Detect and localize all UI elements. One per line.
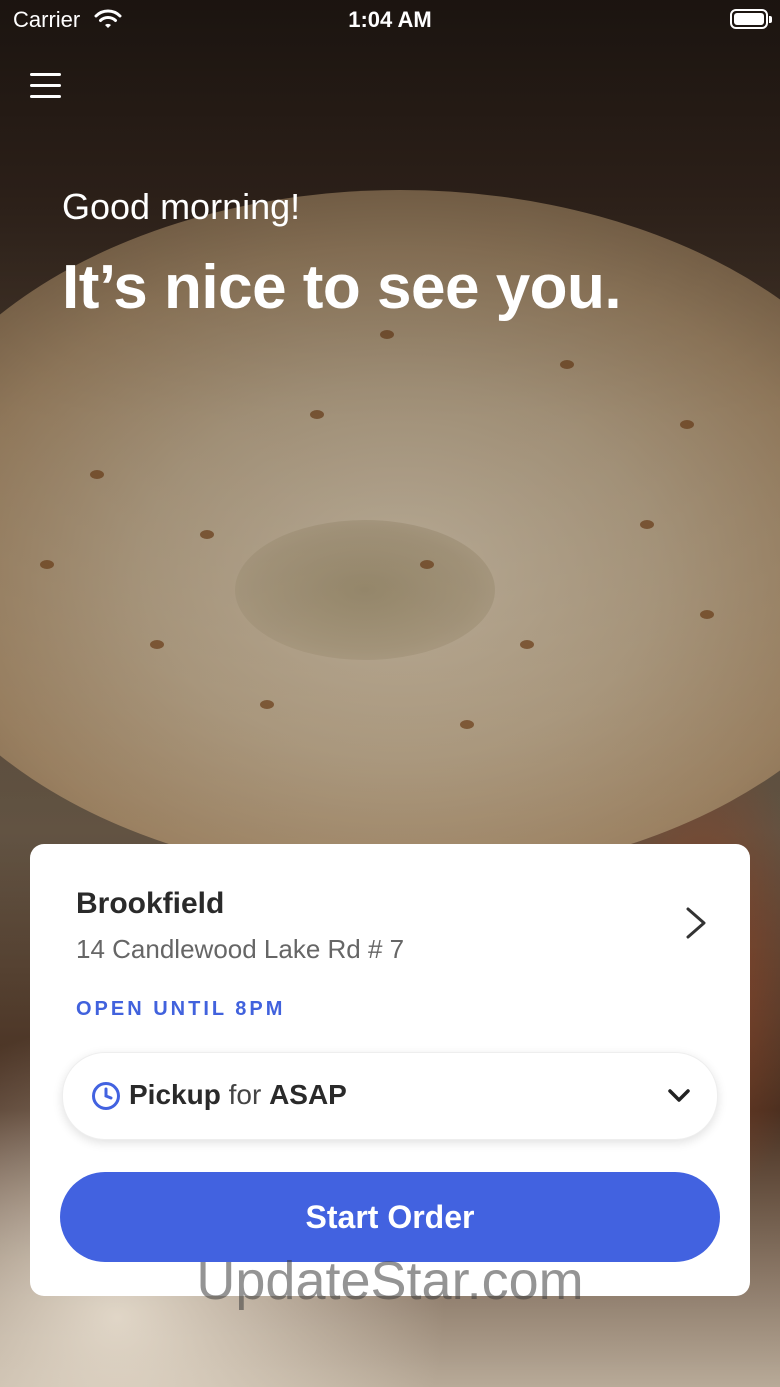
order-mode-time: ASAP <box>269 1079 347 1110</box>
order-mode-text: Pickup for ASAP <box>129 1079 347 1111</box>
menu-icon[interactable] <box>30 73 62 105</box>
greeting-text: Good morning! <box>62 186 301 227</box>
clock-time: 1:04 AM <box>348 7 432 32</box>
store-name: Brookfield <box>76 887 225 920</box>
clock-icon <box>91 1081 121 1116</box>
store-address: 14 Candlewood Lake Rd # 7 <box>76 934 405 964</box>
status-bar: Carrier 1:04 AM <box>0 0 780 40</box>
order-mode-type: Pickup <box>129 1079 221 1110</box>
chevron-down-icon <box>667 1087 691 1110</box>
chevron-right-icon[interactable] <box>682 906 710 940</box>
order-mode-connector: for <box>228 1079 262 1110</box>
start-order-button[interactable]: Start Order <box>60 1172 720 1262</box>
location-card: Brookfield 14 Candlewood Lake Rd # 7 OPE… <box>30 844 750 1296</box>
watermark-text: UpdateStar.com <box>196 1251 584 1311</box>
battery-icon <box>730 9 772 29</box>
headline-text: It’s nice to see you. <box>62 253 622 322</box>
hours-label: OPEN UNTIL 8PM <box>76 998 286 1020</box>
order-mode-selector[interactable]: Pickup for ASAP <box>62 1052 718 1140</box>
